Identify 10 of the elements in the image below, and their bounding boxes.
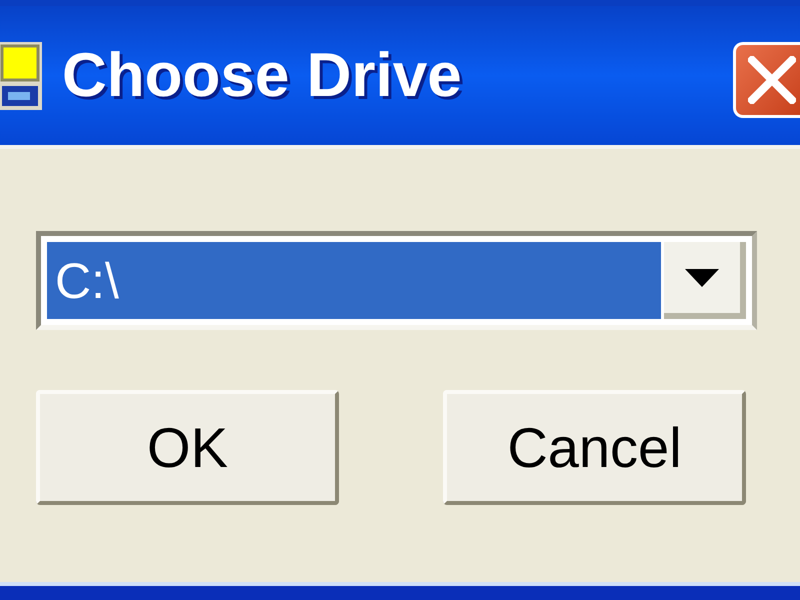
- dialog-button[interactable]: Cancel: [443, 390, 746, 505]
- dialog-button[interactable]: OK: [36, 390, 339, 505]
- app-icon: [0, 42, 42, 110]
- close-icon: [748, 56, 796, 104]
- drive-value: C:\: [47, 242, 661, 319]
- dropdown-button[interactable]: [664, 242, 746, 319]
- close-button[interactable]: [733, 42, 800, 118]
- window-title: Choose Drive: [62, 44, 462, 106]
- caret-icon: [685, 268, 719, 286]
- drive-combobox[interactable]: C:\: [36, 231, 757, 330]
